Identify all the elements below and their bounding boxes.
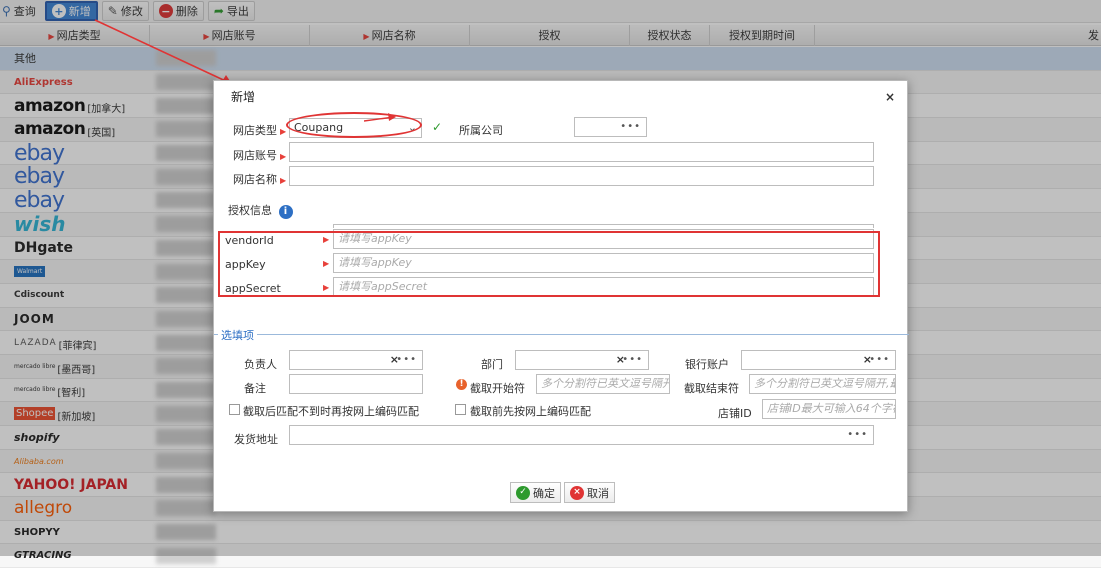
close-icon[interactable]: × <box>885 90 895 104</box>
remark-label: 备注 <box>244 382 266 395</box>
chk-after-label: 截取后匹配不到时再按网上编码匹配 <box>243 405 419 418</box>
end-input[interactable]: 多个分割符已英文逗号隔开,最多 <box>749 374 896 394</box>
optional-divider <box>214 334 909 335</box>
more-icon[interactable]: ••• <box>869 351 890 369</box>
bank-label: 银行账户 <box>685 358 729 371</box>
end-label: 截取结束符 <box>684 382 739 395</box>
more-icon: ••• <box>620 121 641 132</box>
account-input[interactable] <box>289 142 874 162</box>
close-circle-icon: × <box>570 485 584 500</box>
more-icon[interactable]: ••• <box>396 351 417 369</box>
owner-input[interactable]: × ••• <box>289 350 423 370</box>
account-label: 网店账号 ▶ <box>233 149 287 162</box>
store-id-input[interactable]: 店铺ID最大可输入64个字符 <box>762 399 896 419</box>
company-label: 所属公司 <box>459 124 503 137</box>
company-select[interactable]: ••• <box>574 117 647 137</box>
more-icon[interactable]: ••• <box>847 426 868 444</box>
address-input[interactable]: ••• <box>289 425 874 445</box>
check-circle-icon: ✓ <box>516 485 530 500</box>
shop-name-input[interactable] <box>289 166 874 186</box>
highlight-auth-fields <box>218 231 880 297</box>
ok-button[interactable]: ✓ 确定 <box>510 482 561 503</box>
auth-top-border <box>333 224 874 228</box>
info-icon: i <box>278 205 293 219</box>
owner-label: 负责人 <box>244 358 277 371</box>
info-icon: ! <box>456 379 467 390</box>
optional-label: 选填项 <box>218 327 257 343</box>
dept-label: 部门 <box>481 358 503 371</box>
shop-type-label: 网店类型 ▶ <box>233 124 287 137</box>
start-label: 截取开始符 <box>470 382 525 395</box>
add-shop-dialog: 新增 × 网店类型 ▶ Coupang ⌄ ✓ 所属公司 ••• 网店账号 ▶ 网店… <box>213 80 909 512</box>
store-id-label: 店铺ID <box>718 407 752 420</box>
start-input[interactable]: 多个分割符已英文逗号隔开,最 <box>536 374 670 394</box>
auth-info-label: 授权信息 i <box>228 202 293 219</box>
check-icon: ✓ <box>432 120 443 134</box>
address-label: 发货地址 <box>234 433 278 446</box>
more-icon[interactable]: ••• <box>622 351 643 369</box>
dialog-title: 新增 <box>231 90 256 104</box>
chk-before-checkbox[interactable] <box>455 404 466 415</box>
dept-input[interactable]: × ••• <box>515 350 649 370</box>
remark-input[interactable] <box>289 374 423 394</box>
shop-name-label: 网店名称 ▶ <box>233 173 287 186</box>
chk-after-checkbox[interactable] <box>229 404 240 415</box>
cancel-button[interactable]: × 取消 <box>564 482 615 503</box>
chk-before-label: 截取前先按网上编码匹配 <box>470 405 591 418</box>
annotation-arrow-small <box>364 113 396 122</box>
bank-input[interactable]: × ••• <box>741 350 896 370</box>
